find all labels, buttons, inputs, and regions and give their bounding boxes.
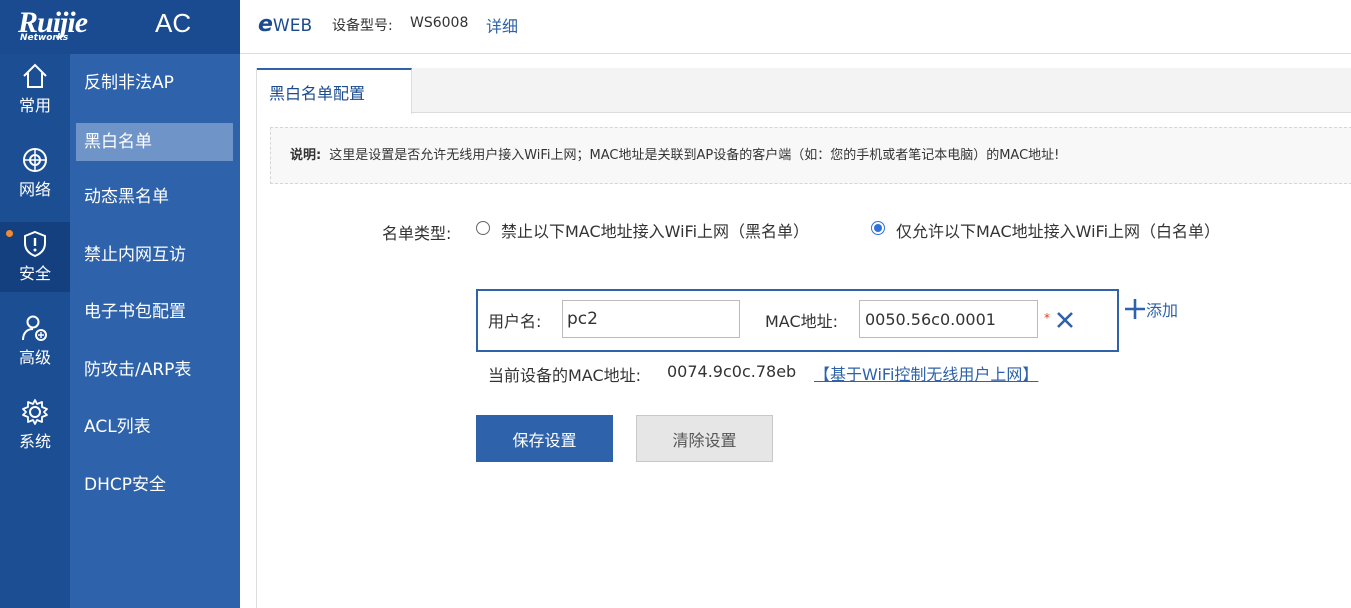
tab-strip: 黑白名单配置 <box>257 68 1351 114</box>
username-label: 用户名: <box>488 312 542 331</box>
shield-icon <box>24 230 46 258</box>
subnav-item-ebook-bag[interactable]: 电子书包配置 <box>76 293 233 331</box>
notice-title: 说明: <box>290 148 322 163</box>
subnav-item-dynamic-blacklist[interactable]: 动态黑名单 <box>76 178 233 216</box>
whitelist-radio-label[interactable]: 仅允许以下MAC地址接入WiFi上网（白名单） <box>896 218 1220 242</box>
current-mac-label: 当前设备的MAC地址: <box>488 366 642 385</box>
rail-item-advanced[interactable]: 高级 <box>0 306 70 376</box>
security-subnav: 反制非法AP 黑白名单 动态黑名单 禁止内网互访 电子书包配置 防攻击/ARP表… <box>70 54 240 608</box>
eweb-logo: eWEB <box>258 12 312 37</box>
rail-item-label: 网络 <box>18 180 51 199</box>
current-mac-value: 0074.9c0c.78eb <box>667 362 797 381</box>
notice-box: 说明: 这里是设置是否允许无线用户接入WiFi上网；MAC地址是关联到AP设备的客… <box>270 127 1351 184</box>
subnav-item-attack-arp[interactable]: 防攻击/ARP表 <box>76 351 233 389</box>
mac-address-label: MAC地址: <box>765 312 839 331</box>
eweb-logo-text: WEB <box>272 16 313 36</box>
save-button[interactable]: 保存设置 <box>476 415 613 462</box>
gear-icon <box>22 399 48 425</box>
blacklist-radio-label[interactable]: 禁止以下MAC地址接入WiFi上网（黑名单） <box>501 218 809 242</box>
whitelist-radio[interactable] <box>871 221 885 235</box>
blacklist-radio[interactable] <box>476 221 490 235</box>
rail-item-label: 高级 <box>18 348 51 367</box>
rail-item-security[interactable]: 安全 <box>0 222 70 292</box>
subnav-item-black-white-list[interactable]: 黑白名单 <box>76 123 233 161</box>
required-mark: * <box>1044 311 1050 325</box>
subnav-item-rogue-ap[interactable]: 反制非法AP <box>76 64 233 102</box>
rail-item-label: 安全 <box>18 264 51 283</box>
rail-item-common[interactable]: 常用 <box>0 54 70 124</box>
detail-link[interactable]: 详细 <box>486 13 518 37</box>
username-input[interactable] <box>562 300 740 338</box>
rail-item-network[interactable]: 网络 <box>0 138 70 208</box>
rail-item-system[interactable]: 系统 <box>0 390 70 460</box>
tab-black-white-list-config[interactable]: 黑白名单配置 <box>257 68 412 114</box>
wifi-control-link[interactable]: 【基于WiFi控制无线用户上网】 <box>814 361 1038 385</box>
list-type-label: 名单类型: <box>382 224 452 243</box>
main-content: 黑白名单配置 说明: 这里是设置是否允许无线用户接入WiFi上网；MAC地址是关联… <box>256 68 1351 608</box>
rail-item-label: 系统 <box>18 432 51 451</box>
main-nav-rail: 常用 网络 安全 高级 系统 <box>0 54 70 608</box>
notification-dot <box>6 230 13 237</box>
ruijie-logo-sub: Networks <box>20 33 69 43</box>
product-name: AC <box>155 8 192 38</box>
device-model-value: WS6008 <box>410 15 469 31</box>
subnav-item-acl[interactable]: ACL列表 <box>76 408 233 446</box>
subnav-item-dhcp-security[interactable]: DHCP安全 <box>76 466 233 504</box>
remove-entry-button[interactable] <box>1054 309 1076 331</box>
mac-address-input[interactable] <box>859 300 1038 338</box>
plus-icon <box>1125 299 1145 319</box>
eweb-logo-e: e <box>258 12 273 37</box>
add-entry-label: 添加 <box>1146 301 1179 320</box>
network-icon <box>23 148 47 172</box>
rail-item-label: 常用 <box>18 96 51 115</box>
close-icon <box>1057 312 1073 328</box>
device-model-label: 设备型号: <box>332 18 393 34</box>
logo-bar: Ruijie Networks AC <box>0 0 240 54</box>
notice-text: 这里是设置是否允许无线用户接入WiFi上网；MAC地址是关联到AP设备的客户端（… <box>329 148 1060 163</box>
subnav-item-isolation[interactable]: 禁止内网互访 <box>76 236 233 274</box>
user-gear-icon <box>22 315 47 341</box>
top-header: eWEB 设备型号: WS6008 详细 <box>240 0 1351 54</box>
add-entry-button[interactable]: 添加 <box>1124 297 1178 321</box>
clear-button[interactable]: 清除设置 <box>636 415 773 462</box>
home-icon <box>23 63 47 88</box>
